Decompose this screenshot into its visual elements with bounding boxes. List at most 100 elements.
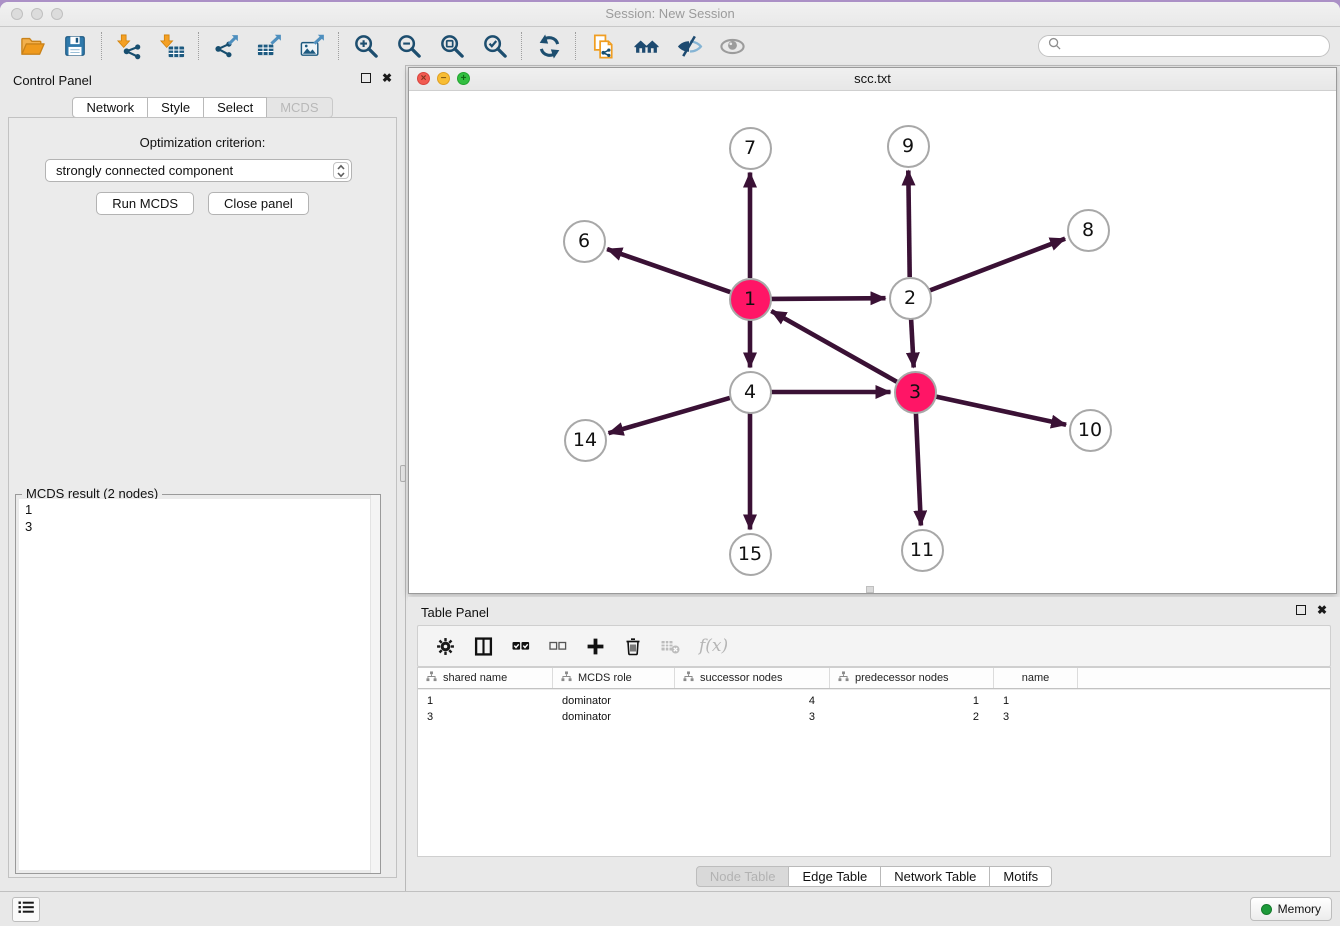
network-canvas[interactable]: 7 9 6 8 1 2 4 3 14 10 15 11 [409, 91, 1336, 594]
close-panel-button[interactable]: Close panel [208, 192, 309, 215]
column-header-shared-name[interactable]: shared name [418, 668, 553, 688]
tab-select[interactable]: Select [204, 97, 267, 118]
export-image-button[interactable] [297, 31, 327, 61]
edge-4-14[interactable] [609, 398, 730, 433]
mcds-panel: Optimization criterion: strongly connect… [8, 117, 397, 878]
zoom-in-button[interactable] [351, 31, 381, 61]
tab-mcds[interactable]: MCDS [267, 97, 332, 118]
export-table-button[interactable] [254, 31, 284, 61]
node-14[interactable]: 14 [564, 419, 607, 462]
float-panel-icon[interactable] [361, 73, 371, 83]
edge-2-8[interactable] [930, 239, 1066, 291]
edge-1-6[interactable] [607, 249, 730, 292]
edge-1-2[interactable] [771, 298, 886, 299]
edge-3-10[interactable] [936, 397, 1067, 425]
import-table-icon [159, 33, 186, 60]
tab-edge-table[interactable]: Edge Table [789, 866, 881, 887]
table-row[interactable]: 3dominator323 [418, 709, 1330, 725]
node-3[interactable]: 3 [894, 371, 937, 414]
node-10[interactable]: 10 [1069, 409, 1112, 452]
table-row[interactable]: 1dominator411 [418, 693, 1330, 709]
tab-style[interactable]: Style [148, 97, 204, 118]
select-stepper-icon [333, 162, 349, 179]
save-session-icon [62, 33, 88, 59]
maximize-window-icon[interactable] [51, 8, 63, 20]
status-bar: Memory [0, 891, 1340, 926]
clone-network-button[interactable] [588, 31, 618, 61]
tab-motifs[interactable]: Motifs [990, 866, 1052, 887]
delete-table-button [661, 638, 680, 655]
main-toolbar [0, 27, 1340, 66]
toolbar-group [103, 31, 198, 61]
zoom-selected-button[interactable] [480, 31, 510, 61]
delete-row-button[interactable] [624, 637, 642, 656]
edge-2-3[interactable] [911, 319, 914, 368]
tab-network[interactable]: Network [72, 97, 148, 118]
add-row-button[interactable] [586, 637, 605, 656]
close-window-icon[interactable] [11, 8, 23, 20]
run-mcds-button[interactable]: Run MCDS [96, 192, 194, 215]
node-6[interactable]: 6 [563, 220, 606, 263]
cell-successor-nodes: 3 [675, 711, 830, 723]
node-4[interactable]: 4 [729, 371, 772, 414]
edge-3-1[interactable] [771, 311, 896, 382]
node-2[interactable]: 2 [889, 277, 932, 320]
node-9[interactable]: 9 [887, 125, 930, 168]
column-header-name[interactable]: name [994, 668, 1078, 688]
panel-divider-handle[interactable] [400, 465, 406, 482]
import-network-icon [116, 33, 143, 60]
import-network-button[interactable] [114, 31, 144, 61]
home-icon [633, 33, 660, 60]
columns-button[interactable] [474, 637, 493, 656]
gear-button[interactable] [436, 637, 455, 656]
show-details-button[interactable] [717, 31, 747, 61]
hide-details-button[interactable] [674, 31, 704, 61]
edge-2-9[interactable] [908, 171, 909, 278]
minimize-view-icon[interactable] [437, 72, 450, 85]
home-button[interactable] [631, 31, 661, 61]
zoom-out-button[interactable] [394, 31, 424, 61]
close-panel-icon[interactable] [382, 73, 392, 83]
zoom-selected-icon [482, 33, 509, 60]
application-window: Session: New Session Control Panel Netwo… [0, 2, 1340, 926]
maximize-view-icon[interactable] [457, 72, 470, 85]
close-table-panel-icon[interactable] [1317, 605, 1327, 615]
import-table-button[interactable] [157, 31, 187, 61]
select-all-icon [512, 637, 530, 655]
view-resize-handle[interactable] [866, 586, 874, 593]
deselect-all-button[interactable] [549, 637, 567, 655]
node-7[interactable]: 7 [729, 127, 772, 170]
refresh-button[interactable] [534, 31, 564, 61]
open-file-button[interactable] [17, 31, 47, 61]
node-8[interactable]: 8 [1067, 209, 1110, 252]
select-all-button[interactable] [512, 637, 530, 655]
save-session-button[interactable] [60, 31, 90, 61]
column-header-predecessor-nodes[interactable]: predecessor nodes [830, 668, 994, 688]
tab-network-table[interactable]: Network Table [881, 866, 990, 887]
network-window-titlebar[interactable]: scc.txt [409, 68, 1336, 91]
search-box[interactable] [1038, 35, 1330, 57]
zoom-fit-button[interactable] [437, 31, 467, 61]
search-input[interactable] [1066, 38, 1320, 54]
task-history-button[interactable] [12, 897, 40, 922]
minimize-window-icon[interactable] [31, 8, 43, 20]
column-header-label: MCDS role [578, 672, 632, 684]
node-1[interactable]: 1 [729, 278, 772, 321]
export-network-button[interactable] [211, 31, 241, 61]
tab-node-table[interactable]: Node Table [696, 866, 790, 887]
window-title: Session: New Session [0, 2, 1340, 26]
memory-button[interactable]: Memory [1250, 897, 1332, 921]
toolbar-group [577, 31, 758, 61]
float-table-panel-icon[interactable] [1296, 605, 1306, 615]
deselect-all-icon [549, 637, 567, 655]
close-view-icon[interactable] [417, 72, 430, 85]
result-scrollbar[interactable] [370, 495, 380, 873]
column-header-mcds-role[interactable]: MCDS role [553, 668, 675, 688]
edge-3-11[interactable] [916, 413, 921, 526]
toolbar-group [523, 31, 575, 61]
column-header-successor-nodes[interactable]: successor nodes [675, 668, 830, 688]
cell-successor-nodes: 4 [675, 695, 830, 707]
node-15[interactable]: 15 [729, 533, 772, 576]
criterion-select[interactable]: strongly connected component [45, 159, 352, 182]
node-11[interactable]: 11 [901, 529, 944, 572]
